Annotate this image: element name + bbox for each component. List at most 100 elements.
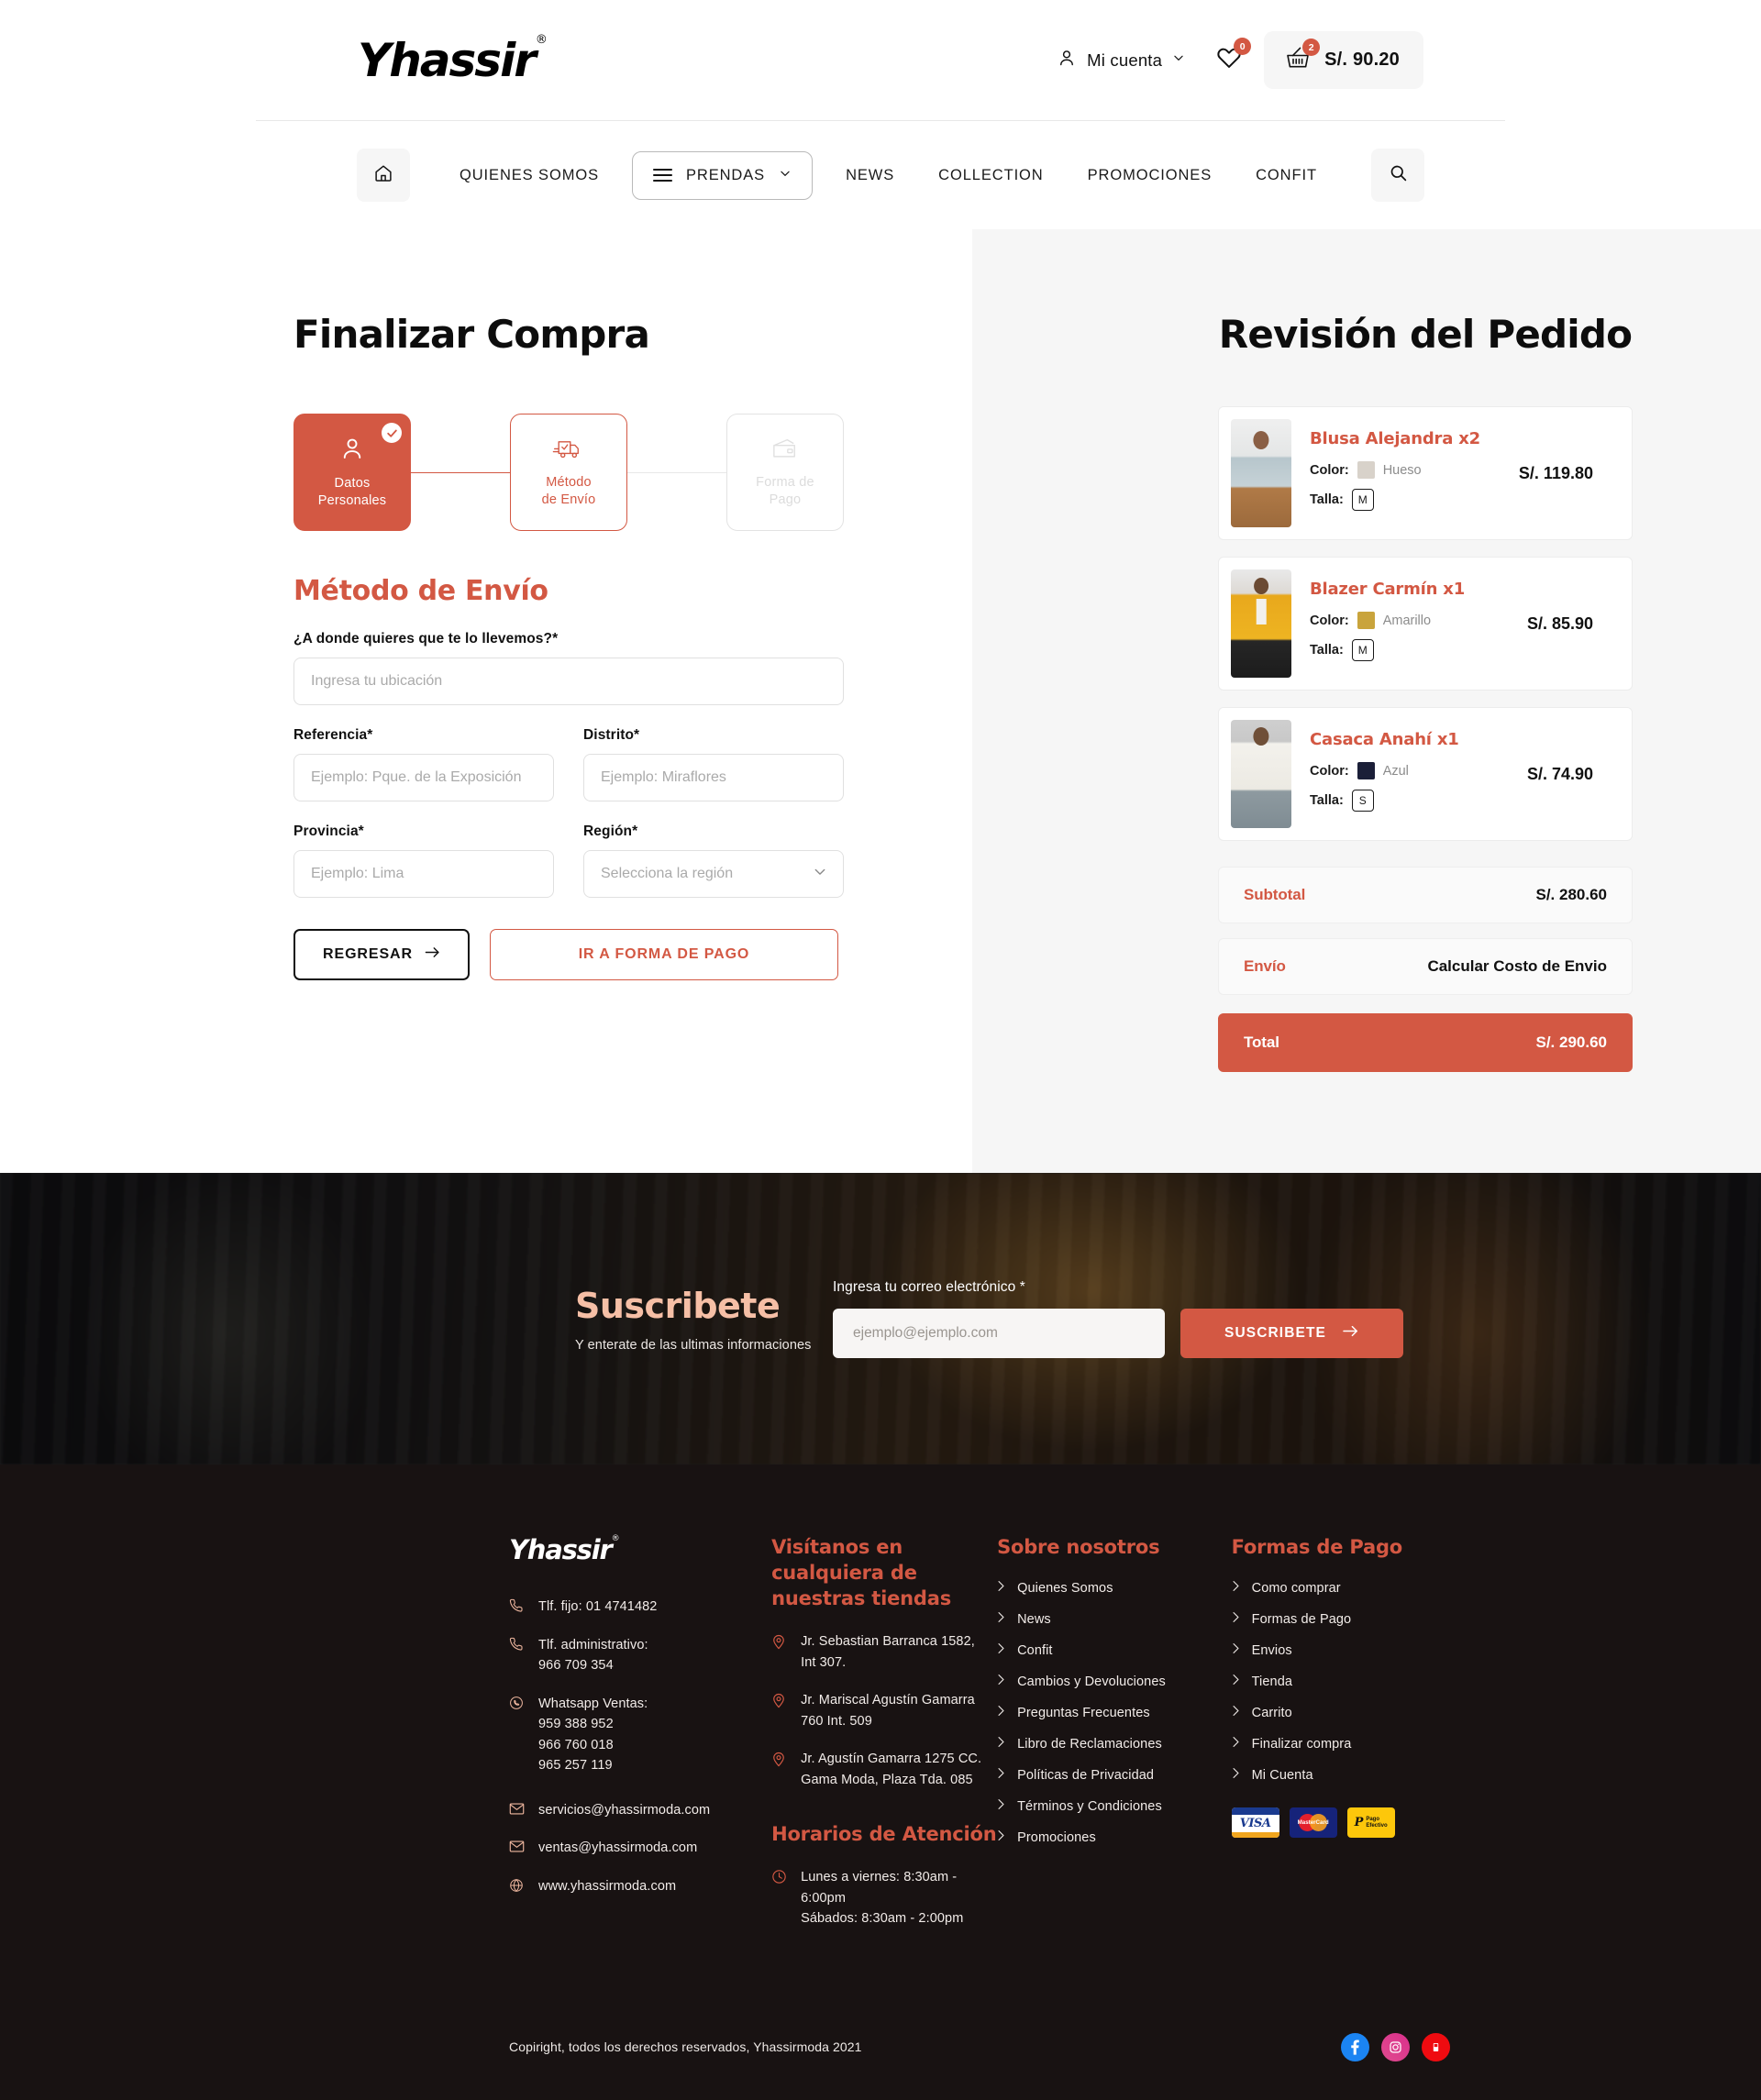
wishlist-button[interactable]: 0 (1203, 36, 1255, 84)
footer-link-label: Tienda (1251, 1674, 1293, 1690)
contact-website[interactable]: www.yhassirmoda.com (509, 1876, 771, 1897)
subtotal-row: Subtotal S/. 280.60 (1218, 867, 1633, 923)
arrow-right-icon (425, 945, 440, 964)
color-key: Color: (1310, 462, 1349, 478)
color-value: Azul (1382, 763, 1409, 779)
contact-email-servicios[interactable]: servicios@yhassirmoda.com (509, 1800, 771, 1820)
wallet-icon (770, 436, 801, 466)
chevron-right-icon (1232, 1611, 1240, 1628)
chevron-down-icon (1172, 51, 1185, 69)
clock-icon (771, 1869, 788, 1889)
footer-link-cambios-devoluciones[interactable]: Cambios y Devoluciones (997, 1674, 1232, 1690)
checkout-stepper: Datos Personales Método de Envío Forma d… (294, 414, 844, 531)
globe-icon (509, 1878, 526, 1897)
hours-title: Horarios de Atención (771, 1823, 997, 1846)
contact-website-text: www.yhassirmoda.com (538, 1878, 677, 1894)
footer-logo[interactable]: Yhassir® (509, 1534, 771, 1565)
footer-trademark: ® (611, 1534, 620, 1544)
footer-link-politicas-privacidad[interactable]: Políticas de Privacidad (997, 1767, 1232, 1784)
go-to-payment-button[interactable]: IR A FORMA DE PAGO (490, 929, 838, 980)
search-button[interactable] (1371, 149, 1424, 202)
facebook-icon[interactable] (1341, 2032, 1369, 2061)
product-name: Blazer Carmín x1 (1310, 579, 1466, 599)
provincia-input[interactable] (294, 850, 554, 898)
home-icon (373, 163, 393, 188)
location-pin-icon (771, 1751, 788, 1772)
account-menu[interactable]: Mi cuenta (1047, 40, 1194, 80)
footer-link-libro-reclamaciones[interactable]: Libro de Reclamaciones (997, 1736, 1232, 1752)
back-button[interactable]: REGRESAR (294, 929, 470, 980)
order-item-row: Blusa Alejandra x2 Color: Hueso Talla: M… (1218, 406, 1633, 540)
footer-link-preguntas-frecuentes[interactable]: Preguntas Frecuentes (997, 1705, 1232, 1721)
user-icon (338, 435, 366, 467)
payment-title: Formas de Pago (1231, 1536, 1403, 1558)
footer-link-promociones[interactable]: Promociones (997, 1829, 1232, 1846)
youtube-icon[interactable] (1422, 2032, 1450, 2061)
footer-payment-column: Formas de Pago Como comprar Formas de Pa… (1231, 1534, 1450, 1947)
footer-stores-column: Visítanos en cualquiera de nuestras tien… (771, 1534, 997, 1947)
nav-item-news[interactable]: NEWS (824, 154, 916, 197)
footer-link-tienda[interactable]: Tienda (1232, 1674, 1450, 1690)
size-chip: M (1351, 638, 1374, 661)
nav-item-prendas[interactable]: PRENDAS (631, 150, 814, 200)
nav-item-promociones[interactable]: PROMOCIONES (1066, 154, 1235, 197)
chevron-right-icon (997, 1767, 1005, 1784)
nav-home-button[interactable] (357, 149, 410, 202)
arrow-right-icon (1342, 1324, 1359, 1343)
store-address-text: Jr. Sebastian Barranca 1582, Int 307. (801, 1634, 975, 1670)
footer-link-envios[interactable]: Envios (1232, 1642, 1450, 1659)
brand-logo[interactable]: Yhassir® (358, 34, 548, 83)
footer-link-carrito[interactable]: Carrito (1232, 1705, 1450, 1721)
business-hours-text: Lunes a viernes: 8:30am - 6:00pm Sábados… (801, 1870, 964, 1927)
newsletter-email-input[interactable] (833, 1309, 1165, 1358)
nav-item-quienes-somos[interactable]: QUIENES SOMOS (437, 154, 621, 197)
location-pin-icon (771, 1692, 788, 1713)
chevron-down-icon (779, 167, 792, 184)
cart-button[interactable]: 2 S/. 90.20 (1264, 31, 1423, 89)
newsletter-subscribe-button[interactable]: SUSCRIBETE (1180, 1309, 1403, 1358)
color-value: Amarillo (1382, 613, 1432, 628)
search-icon (1389, 163, 1408, 187)
step-datos-personales[interactable]: Datos Personales (294, 414, 411, 531)
nav-item-collection[interactable]: COLLECTION (916, 154, 1065, 197)
instagram-icon[interactable] (1381, 2032, 1410, 2061)
footer-link-label: Promociones (1017, 1830, 1096, 1846)
step-pago-line1: Forma de (756, 474, 814, 490)
nav-item-confit[interactable]: CONFIT (1234, 154, 1339, 197)
footer-link-terminos-condiciones[interactable]: Términos y Condiciones (997, 1798, 1232, 1815)
contact-email-ventas[interactable]: ventas@yhassirmoda.com (509, 1838, 771, 1858)
distrito-label: Distrito* (583, 727, 640, 743)
product-thumbnail (1231, 720, 1291, 828)
footer-link-como-comprar[interactable]: Como comprar (1232, 1580, 1450, 1597)
step-forma-pago[interactable]: Forma de Pago (726, 414, 844, 531)
region-select[interactable] (583, 850, 844, 898)
step-datos-line1: Datos (334, 475, 371, 491)
distrito-input[interactable] (583, 754, 844, 801)
chevron-right-icon (1232, 1705, 1240, 1721)
location-label: ¿A donde quieres que te lo llevemos?* (294, 631, 559, 647)
shipping-row[interactable]: Envío Calcular Costo de Envio (1218, 938, 1633, 995)
footer-link-confit[interactable]: Confit (997, 1642, 1232, 1659)
footer-logo-text: Yhassir (509, 1534, 613, 1565)
footer-link-label: Confit (1017, 1643, 1053, 1659)
footer-link-finalizar-compra[interactable]: Finalizar compra (1232, 1736, 1450, 1752)
mail-icon (509, 1802, 526, 1820)
referencia-input[interactable] (294, 754, 554, 801)
subtotal-label: Subtotal (1244, 886, 1306, 903)
brand-trademark: ® (535, 32, 548, 47)
step-datos-line2: Personales (317, 493, 387, 508)
footer-link-news[interactable]: News (997, 1611, 1232, 1628)
footer-about-column: Sobre nosotros Quienes Somos News Confit… (997, 1534, 1232, 1947)
step-metodo-envio[interactable]: Método de Envío (510, 414, 627, 531)
checkout-form-pane: Finalizar Compra Datos Personales Método… (0, 229, 972, 1173)
site-header: Yhassir® Mi cuenta 0 2 S/. 90.20 (0, 0, 1761, 121)
shipping-value[interactable]: Calcular Costo de Envio (1427, 957, 1607, 976)
footer-link-formas-de-pago[interactable]: Formas de Pago (1232, 1611, 1450, 1628)
footer-link-label: Términos y Condiciones (1017, 1799, 1162, 1815)
footer-link-quienes-somos[interactable]: Quienes Somos (997, 1580, 1232, 1597)
location-input[interactable] (294, 658, 844, 705)
footer-link-label: Preguntas Frecuentes (1017, 1706, 1150, 1721)
nav-item-prendas-label: PRENDAS (685, 166, 766, 183)
footer-link-mi-cuenta[interactable]: Mi Cuenta (1232, 1767, 1450, 1784)
order-summary-pane: Revisión del Pedido Blusa Alejandra x2 C… (972, 229, 1761, 1173)
